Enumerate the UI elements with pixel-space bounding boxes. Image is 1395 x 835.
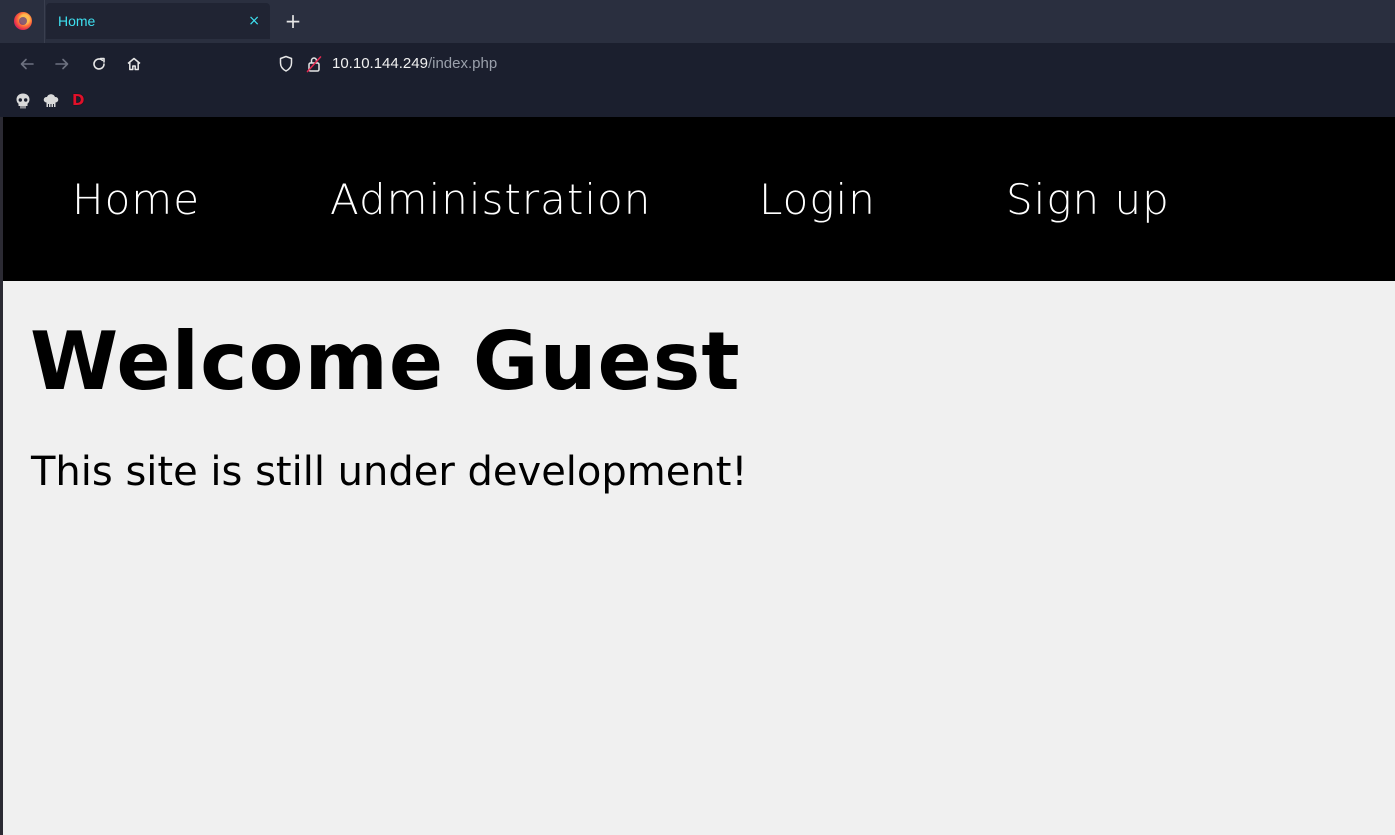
skull-icon[interactable] xyxy=(14,92,32,110)
url-host: 10.10.144.249 xyxy=(332,55,428,72)
back-arrow-icon xyxy=(20,58,34,70)
navigation-toolbar: 10.10.144.249/index.php xyxy=(0,43,1395,85)
reload-icon xyxy=(93,57,105,70)
bookmark-d[interactable]: D xyxy=(72,91,84,109)
back-button[interactable] xyxy=(15,52,39,76)
url-text[interactable]: 10.10.144.249/index.php xyxy=(332,55,497,72)
nav-link-home[interactable]: Home xyxy=(72,175,200,224)
tab-title: Home xyxy=(58,13,96,29)
web-page: Home Administration Login Sign up Welcom… xyxy=(3,117,1395,835)
new-tab-button[interactable]: + xyxy=(284,9,302,33)
url-path: /index.php xyxy=(427,55,498,72)
home-icon xyxy=(127,57,141,71)
tab-bar: Home × + xyxy=(0,0,1395,43)
insecure-lock-icon[interactable] xyxy=(306,55,322,73)
url-bar[interactable]: 10.10.144.249/index.php xyxy=(274,50,874,78)
nav-link-login[interactable]: Login xyxy=(759,175,876,224)
nav-link-sign-up[interactable]: Sign up xyxy=(1006,175,1170,224)
site-navbar: Home Administration Login Sign up xyxy=(3,117,1395,281)
forward-button[interactable] xyxy=(50,52,74,76)
firefox-logo-icon[interactable] xyxy=(14,12,32,30)
chef-hat-icon[interactable] xyxy=(42,92,60,110)
reload-button[interactable] xyxy=(87,52,111,76)
home-button[interactable] xyxy=(122,52,146,76)
shield-icon[interactable] xyxy=(278,55,294,73)
page-heading: Welcome Guest xyxy=(30,315,741,408)
nav-link-administration[interactable]: Administration xyxy=(330,175,651,224)
tab-close-icon[interactable]: × xyxy=(248,11,260,31)
bookmarks-toolbar: D xyxy=(0,85,1395,117)
status-message: This site is still under development! xyxy=(31,449,748,495)
tab-home[interactable]: Home × xyxy=(46,3,270,39)
tab-separator xyxy=(44,0,45,43)
forward-arrow-icon xyxy=(55,58,69,70)
